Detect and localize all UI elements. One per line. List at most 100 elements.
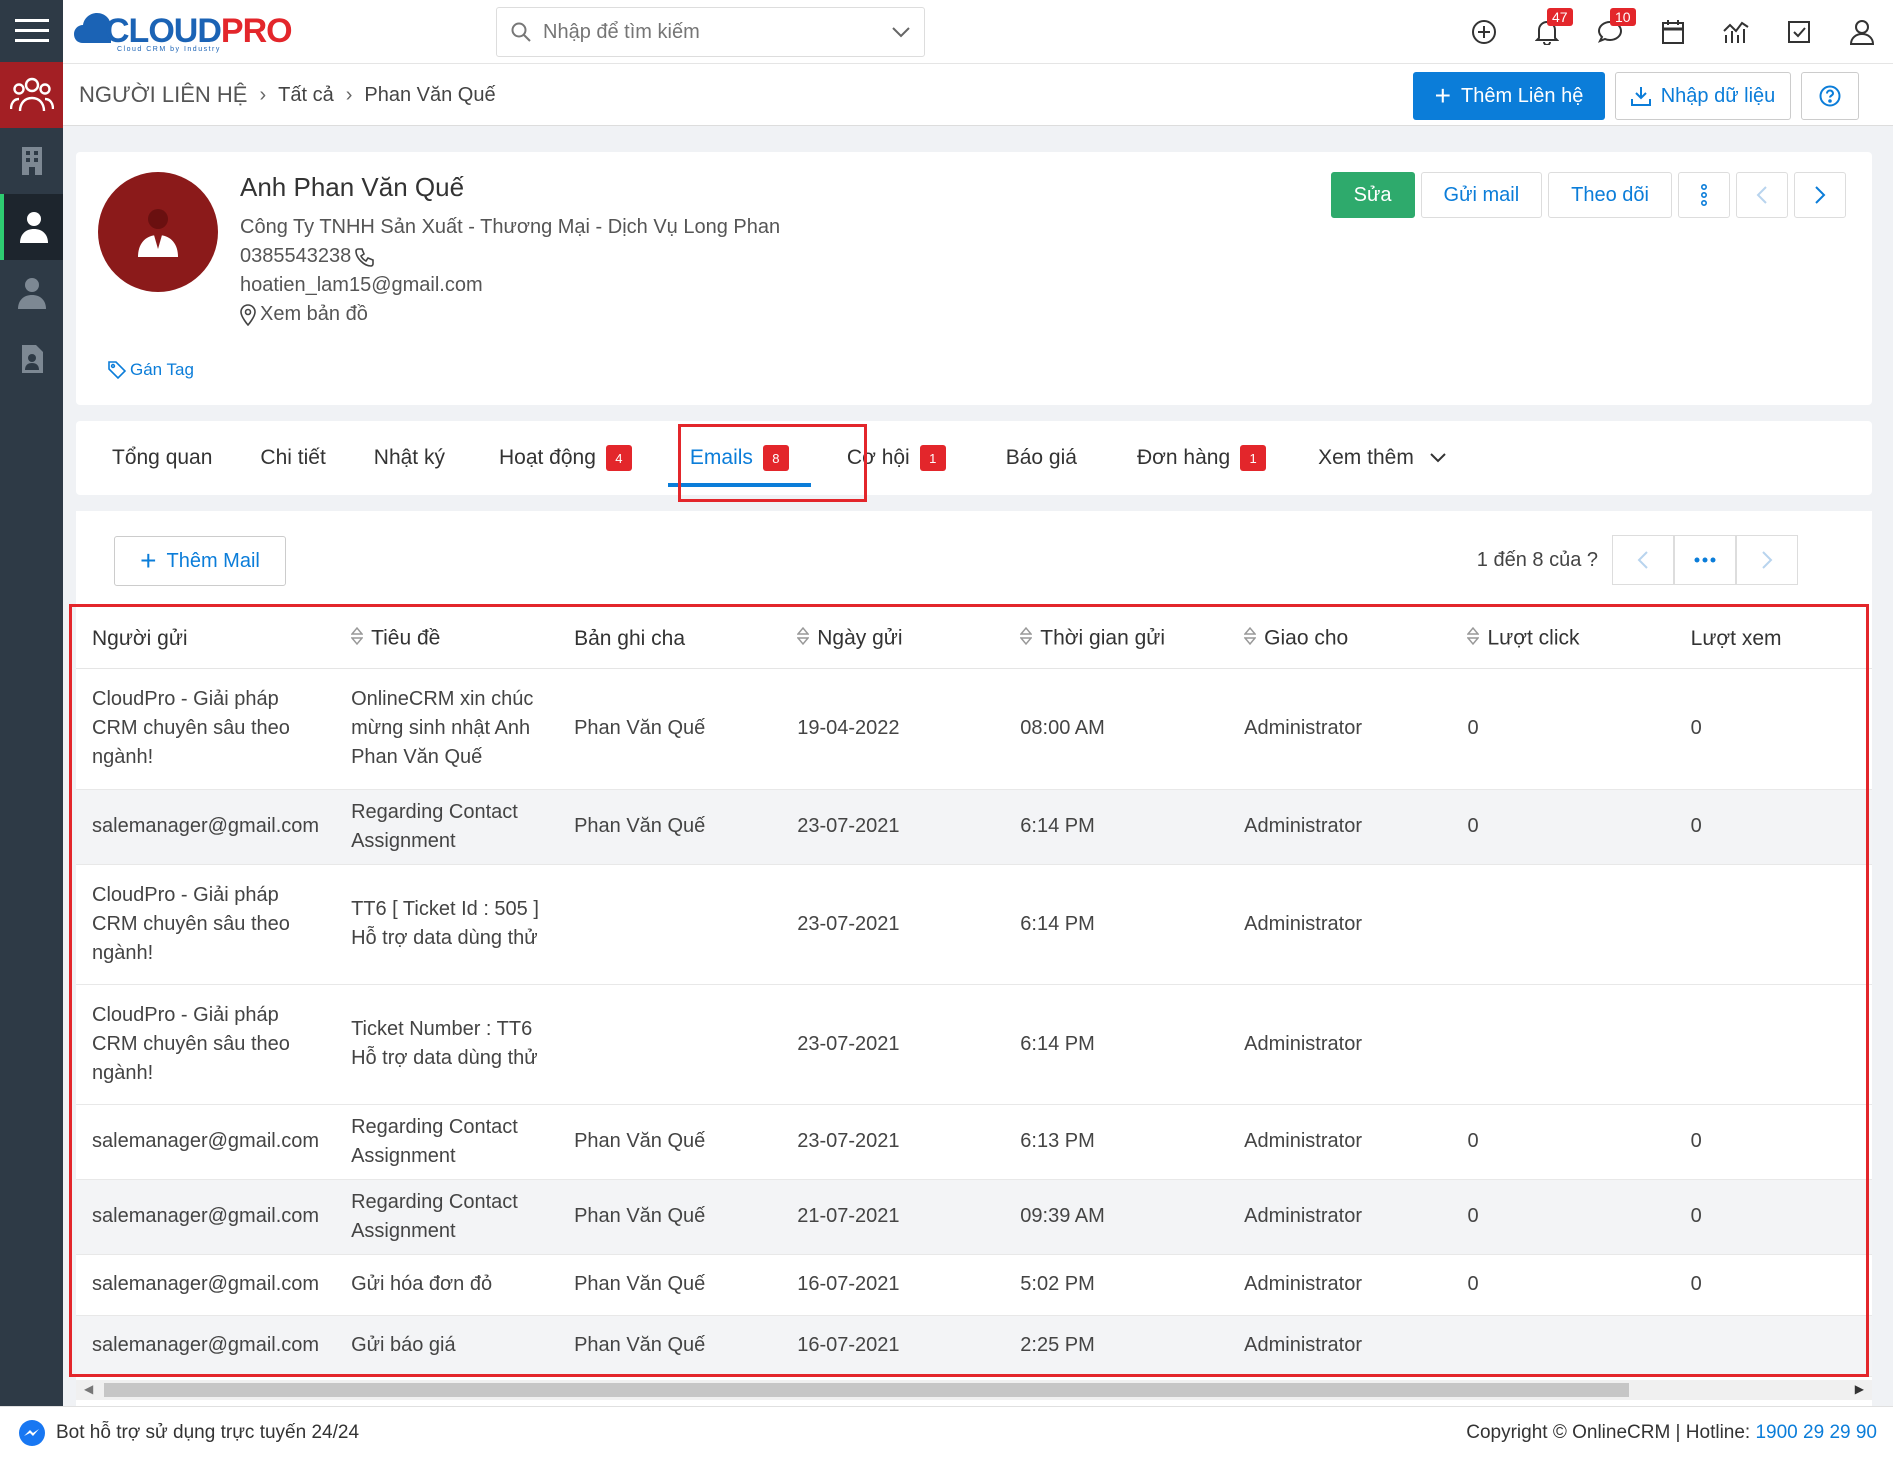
next-record-button[interactable] — [1794, 172, 1846, 218]
tab-activities[interactable]: Hoạt động 4 — [499, 421, 632, 495]
follow-button[interactable]: Theo dõi — [1548, 172, 1672, 218]
table-row[interactable]: salemanager@gmail.com Regarding Contact … — [76, 1104, 1872, 1180]
next-page-button[interactable] — [1736, 535, 1798, 585]
cell-parent-record[interactable]: Phan Văn Quế — [558, 668, 782, 790]
table-row[interactable]: salemanager@gmail.com Gửi hóa đơn đỏ Pha… — [76, 1254, 1872, 1316]
cell-subject[interactable]: Regarding Contact Assignment — [335, 1104, 559, 1180]
contact-phone-row: 0385543238 — [240, 242, 780, 271]
sort-icon[interactable] — [1466, 626, 1481, 652]
breadcrumb-module[interactable]: NGƯỜI LIÊN HỆ — [79, 82, 247, 108]
cell-send-time: 6:13 PM — [1004, 1104, 1229, 1180]
tab-more[interactable]: Xem thêm — [1318, 421, 1446, 495]
cell-clicks: 0 — [1451, 1254, 1675, 1316]
messages-chat-icon[interactable]: 10 — [1578, 0, 1641, 64]
cell-subject[interactable]: TT6 [ Ticket Id : 505 ] Hỗ trợ data dùng… — [335, 864, 559, 985]
table-row[interactable]: salemanager@gmail.com Gửi báo giá Phan V… — [76, 1315, 1872, 1377]
download-icon — [1630, 87, 1651, 106]
support-bot-link[interactable]: Bot hỗ trợ sử dụng trực tuyến 24/24 — [18, 1419, 359, 1447]
sort-icon[interactable] — [1243, 626, 1257, 652]
table-row[interactable]: CloudPro - Giải pháp CRM chuyên sâu theo… — [76, 864, 1872, 985]
table-row[interactable]: CloudPro - Giải pháp CRM chuyên sâu theo… — [76, 668, 1872, 790]
table-row[interactable]: CloudPro - Giải pháp CRM chuyên sâu theo… — [76, 984, 1872, 1105]
column-header-clicks[interactable]: Lượt click — [1451, 610, 1675, 669]
cell-send-date: 23-07-2021 — [781, 789, 1005, 865]
column-header-send-time[interactable]: Thời gian gửi — [1004, 610, 1229, 669]
sidebar-contact-icon[interactable] — [0, 194, 63, 260]
page-options-button[interactable] — [1674, 535, 1736, 585]
cell-sender: salemanager@gmail.com — [76, 1315, 336, 1377]
more-options-button[interactable] — [1678, 172, 1730, 218]
sidebar-lead-icon[interactable] — [0, 260, 63, 326]
table-row[interactable]: salemanager@gmail.com Regarding Contact … — [76, 789, 1872, 865]
cell-parent-record[interactable]: Phan Văn Quế — [558, 1179, 782, 1255]
search-input[interactable] — [543, 20, 892, 44]
sort-icon[interactable] — [1019, 626, 1033, 652]
add-circle-icon[interactable] — [1452, 0, 1515, 64]
cell-parent-record[interactable]: Phan Văn Quế — [558, 1254, 782, 1316]
column-header-subject[interactable]: Tiêu đề — [335, 610, 559, 669]
tab-orders[interactable]: Đơn hàng 1 — [1137, 421, 1267, 495]
breadcrumb-list[interactable]: Tất cả — [278, 84, 334, 107]
tab-quotes[interactable]: Báo giá — [1006, 421, 1077, 495]
calendar-icon[interactable] — [1641, 0, 1704, 64]
column-header-assigned-to[interactable]: Giao cho — [1228, 610, 1452, 669]
chevron-right-icon: › — [345, 83, 353, 106]
sort-icon[interactable] — [796, 626, 810, 652]
chevron-down-icon[interactable] — [892, 26, 910, 38]
cell-parent-record[interactable] — [558, 984, 782, 1105]
notifications-bell-icon[interactable]: 47 — [1515, 0, 1578, 64]
phone-icon[interactable] — [355, 247, 375, 267]
sidebar-contacts-group-icon[interactable] — [0, 62, 63, 128]
table-row[interactable]: salemanager@gmail.com Regarding Contact … — [76, 1179, 1872, 1255]
cell-parent-record[interactable] — [558, 864, 782, 985]
cell-subject[interactable]: Regarding Contact Assignment — [335, 1179, 559, 1255]
view-map-link[interactable]: Xem bản đồ — [240, 300, 780, 329]
import-data-button[interactable]: Nhập dữ liệu — [1615, 72, 1791, 120]
previous-record-button[interactable] — [1736, 172, 1788, 218]
column-header-views[interactable]: Lượt xem — [1674, 610, 1872, 669]
cell-parent-record[interactable]: Phan Văn Quế — [558, 1104, 782, 1180]
sidebar-document-user-icon[interactable] — [0, 326, 63, 392]
chevron-right-icon — [1762, 551, 1773, 569]
pagination-total-unknown[interactable]: ? — [1587, 549, 1598, 571]
tab-overview[interactable]: Tổng quan — [112, 421, 212, 495]
scroll-left-arrow-icon[interactable]: ◀ — [84, 1382, 93, 1396]
search-box[interactable] — [496, 7, 925, 57]
tab-details[interactable]: Chi tiết — [260, 421, 325, 495]
cell-subject[interactable]: Gửi báo giá — [335, 1315, 559, 1377]
help-button[interactable] — [1801, 72, 1859, 120]
add-contact-button[interactable]: + Thêm Liên hệ — [1413, 72, 1605, 120]
hotline-link[interactable]: 1900 29 29 90 — [1755, 1422, 1877, 1443]
pagination-summary: 1 đến 8 của ? — [1476, 548, 1598, 571]
assign-tag-link[interactable]: Gán Tag — [108, 360, 194, 380]
cell-subject[interactable]: Gửi hóa đơn đỏ — [335, 1254, 559, 1316]
hamburger-menu-icon[interactable] — [0, 0, 63, 62]
breadcrumb-record: Phan Văn Quế — [364, 83, 496, 106]
cloudpro-logo[interactable]: CLOUDPRO Cloud CRM by Industry — [73, 6, 293, 56]
user-profile-icon[interactable] — [1830, 0, 1893, 64]
cell-parent-record[interactable]: Phan Văn Quế — [558, 789, 782, 865]
sort-icon[interactable] — [350, 626, 364, 652]
contact-email[interactable]: hoatien_lam15@gmail.com — [240, 271, 780, 300]
task-check-icon[interactable] — [1767, 0, 1830, 64]
send-mail-button[interactable]: Gửi mail — [1420, 172, 1543, 218]
cell-subject[interactable]: Ticket Number : TT6 Hỗ trợ data dùng thử — [335, 984, 559, 1105]
scrollbar-thumb[interactable] — [104, 1383, 1629, 1397]
column-header-send-date[interactable]: Ngày gửi — [781, 610, 1005, 669]
scroll-right-arrow-icon[interactable]: ▶ — [1855, 1382, 1864, 1396]
add-mail-button[interactable]: + Thêm Mail — [114, 536, 286, 586]
contact-phone[interactable]: 0385543238 — [240, 242, 351, 271]
edit-button[interactable]: Sửa — [1330, 172, 1415, 218]
analytics-chart-icon[interactable] — [1704, 0, 1767, 64]
cell-subject[interactable]: Regarding Contact Assignment — [335, 789, 559, 865]
search-icon — [511, 22, 531, 42]
column-header-parent-record[interactable]: Bản ghi cha — [558, 610, 782, 669]
cell-subject[interactable]: OnlineCRM xin chúc mừng sinh nhật Anh Ph… — [335, 668, 559, 790]
column-header-sender[interactable]: Người gửi — [76, 610, 336, 669]
cell-clicks — [1451, 864, 1675, 985]
cell-parent-record[interactable]: Phan Văn Quế — [558, 1315, 782, 1377]
sidebar-organization-icon[interactable] — [0, 128, 63, 194]
tab-log[interactable]: Nhật ký — [374, 421, 445, 495]
prev-page-button[interactable] — [1612, 535, 1674, 585]
horizontal-scrollbar[interactable]: ◀ ▶ — [76, 1380, 1872, 1400]
